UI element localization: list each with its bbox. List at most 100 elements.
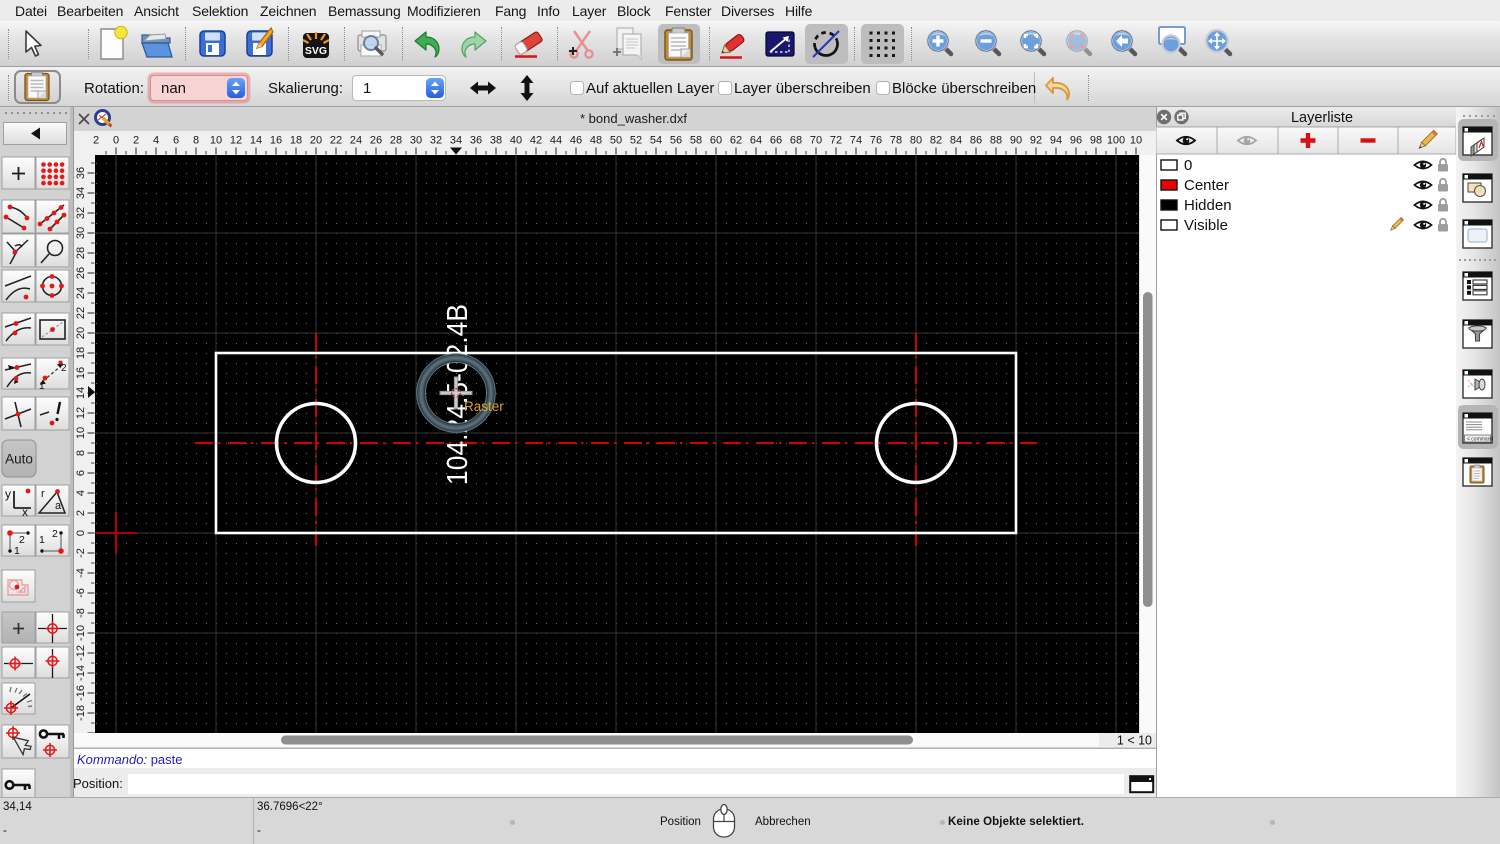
svg-text:12: 12: [75, 407, 87, 419]
svg-text:-16: -16: [75, 685, 87, 701]
svg-text:98: 98: [1090, 135, 1102, 147]
svg-text:-2: -2: [75, 548, 87, 558]
svg-text:SVG: SVG: [305, 45, 327, 57]
svg-text:y: y: [5, 487, 11, 501]
svg-text:14: 14: [250, 135, 262, 147]
svg-text:94: 94: [1050, 135, 1062, 147]
svg-text:36: 36: [75, 167, 87, 179]
svg-text:58: 58: [690, 135, 702, 147]
svg-text:1: 1: [39, 534, 45, 546]
svg-text:10: 10: [1130, 135, 1142, 147]
svg-text:1: 1: [39, 381, 45, 392]
svg-text:10: 10: [210, 135, 222, 147]
svg-text:84: 84: [950, 135, 962, 147]
svg-text:8: 8: [75, 450, 87, 456]
svg-text:24: 24: [75, 287, 87, 299]
svg-text:50: 50: [610, 135, 622, 147]
svg-text:-6: -6: [75, 588, 87, 598]
svg-text:28: 28: [75, 247, 87, 259]
svg-text:28: 28: [390, 135, 402, 147]
svg-text:14: 14: [75, 387, 87, 399]
svg-text:r: r: [41, 488, 45, 500]
svg-text:26: 26: [370, 135, 382, 147]
svg-text:78: 78: [890, 135, 902, 147]
svg-text:34: 34: [450, 135, 462, 147]
svg-text:56: 56: [670, 135, 682, 147]
svg-text:72: 72: [830, 135, 842, 147]
svg-text:38: 38: [490, 135, 502, 147]
svg-text:-10: -10: [75, 625, 87, 641]
svg-text:96: 96: [1070, 135, 1082, 147]
svg-text:32: 32: [75, 207, 87, 219]
svg-text:2: 2: [93, 135, 99, 147]
svg-text:1 < 10: 1 < 10: [1117, 734, 1152, 748]
svg-text:22: 22: [75, 307, 87, 319]
svg-text:Raster: Raster: [464, 399, 504, 414]
svg-text:Hidden: Hidden: [1184, 197, 1232, 214]
svg-text:74: 74: [850, 135, 862, 147]
svg-text:40: 40: [510, 135, 522, 147]
svg-text:< command: < command: [1467, 437, 1493, 443]
svg-text:86: 86: [970, 135, 982, 147]
svg-text:16: 16: [270, 135, 282, 147]
svg-text:0: 0: [1184, 157, 1192, 174]
svg-text:22: 22: [330, 135, 342, 147]
svg-text:26: 26: [75, 267, 87, 279]
svg-text:20: 20: [310, 135, 322, 147]
svg-text:Visible: Visible: [1184, 217, 1228, 234]
svg-text:2: 2: [75, 510, 87, 516]
svg-text:0: 0: [113, 135, 119, 147]
svg-text:6: 6: [173, 135, 179, 147]
svg-text:0: 0: [75, 530, 87, 536]
svg-text:44: 44: [550, 135, 562, 147]
svg-text:4: 4: [153, 135, 159, 147]
svg-text:48: 48: [590, 135, 602, 147]
svg-text:82: 82: [930, 135, 942, 147]
svg-text:18: 18: [75, 347, 87, 359]
svg-text:-8: -8: [75, 608, 87, 618]
svg-text:1: 1: [14, 545, 20, 557]
svg-text:42: 42: [530, 135, 542, 147]
svg-text:54: 54: [650, 135, 662, 147]
svg-text:-14: -14: [75, 665, 87, 681]
svg-text:32: 32: [430, 135, 442, 147]
svg-text:88: 88: [990, 135, 1002, 147]
svg-text:-4: -4: [75, 568, 87, 578]
svg-text:2: 2: [133, 135, 139, 147]
svg-text:2: 2: [61, 363, 67, 374]
svg-text:2: 2: [52, 528, 58, 540]
svg-text:70: 70: [810, 135, 822, 147]
svg-text:92: 92: [1030, 135, 1042, 147]
svg-text:100: 100: [1107, 135, 1125, 147]
svg-text:64: 64: [750, 135, 762, 147]
svg-text:90: 90: [1010, 135, 1022, 147]
svg-text:Auto: Auto: [5, 452, 33, 467]
svg-text:80: 80: [910, 135, 922, 147]
svg-text:16: 16: [75, 367, 87, 379]
svg-text:4: 4: [75, 490, 87, 496]
svg-text:12: 12: [230, 135, 242, 147]
svg-text:68: 68: [790, 135, 802, 147]
svg-text:36: 36: [470, 135, 482, 147]
svg-text:76: 76: [870, 135, 882, 147]
svg-text:2: 2: [19, 534, 25, 546]
svg-text:30: 30: [75, 227, 87, 239]
svg-text:24: 24: [350, 135, 362, 147]
svg-text:x: x: [22, 505, 28, 519]
svg-text:30: 30: [410, 135, 422, 147]
svg-text:6: 6: [75, 470, 87, 476]
svg-text:8: 8: [193, 135, 199, 147]
svg-text:Center: Center: [1184, 177, 1229, 194]
svg-text:18: 18: [290, 135, 302, 147]
svg-text:34: 34: [75, 187, 87, 199]
svg-text:10: 10: [75, 427, 87, 439]
svg-text:a: a: [55, 500, 62, 512]
svg-text:46: 46: [570, 135, 582, 147]
svg-text:60: 60: [710, 135, 722, 147]
svg-text:62: 62: [730, 135, 742, 147]
svg-text:20: 20: [75, 327, 87, 339]
svg-text:-18: -18: [75, 705, 87, 721]
svg-text:52: 52: [630, 135, 642, 147]
svg-text:66: 66: [770, 135, 782, 147]
svg-text:-12: -12: [75, 645, 87, 661]
